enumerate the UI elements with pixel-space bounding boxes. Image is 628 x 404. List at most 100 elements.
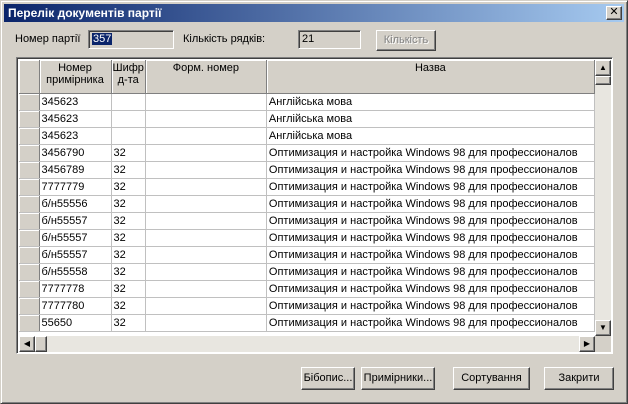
form-number-cell[interactable] <box>145 127 267 145</box>
row-indicator[interactable] <box>19 297 40 315</box>
copy-number-cell[interactable]: б/н55557 <box>39 246 112 264</box>
table-row[interactable]: 7777779 32 Оптимизация и настройка Windows… <box>19 178 608 196</box>
title-cell[interactable]: Оптимизация и настройка Windows 98 для п… <box>266 280 595 298</box>
batch-number-field[interactable]: 357 <box>88 30 174 49</box>
vertical-scrollbar[interactable]: ▲ ▼ <box>595 60 611 336</box>
row-indicator[interactable] <box>19 263 40 281</box>
copy-number-cell[interactable]: б/н55557 <box>39 212 112 230</box>
title-cell[interactable]: Оптимизация и настройка Windows 98 для п… <box>266 212 595 230</box>
row-indicator[interactable] <box>19 127 40 145</box>
copy-number-cell[interactable]: 345623 <box>39 110 112 128</box>
title-cell[interactable]: Оптимизация и настройка Windows 98 для п… <box>266 263 595 281</box>
copy-number-cell[interactable]: 3456789 <box>39 161 112 179</box>
column-header-form-number[interactable]: Форм. номер <box>145 60 267 94</box>
title-cell[interactable]: Оптимизация и настройка Windows 98 для п… <box>266 195 595 213</box>
table-row[interactable]: 7777778 32 Оптимизация и настройка Windows… <box>19 280 608 298</box>
title-cell[interactable]: Англійська мова <box>266 110 595 128</box>
row-indicator[interactable] <box>19 314 40 332</box>
sort-button[interactable]: Сортування <box>453 367 530 390</box>
doc-code-cell[interactable]: 32 <box>111 297 146 315</box>
row-indicator[interactable] <box>19 229 40 247</box>
table-row[interactable]: 7777780 32 Оптимизация и настройка Windows… <box>19 297 608 315</box>
form-number-cell[interactable] <box>145 161 267 179</box>
close-window-button[interactable]: ✕ <box>606 6 622 20</box>
table-row[interactable]: 55650 32 Оптимизация и настройка Windows 9… <box>19 314 608 332</box>
copy-number-cell[interactable]: 7777778 <box>39 280 112 298</box>
table-row[interactable]: б/н55557 32 Оптимизация и настройка Window… <box>19 246 608 264</box>
form-number-cell[interactable] <box>145 314 267 332</box>
row-indicator[interactable] <box>19 93 40 111</box>
vertical-scroll-thumb[interactable] <box>595 76 611 85</box>
row-indicator[interactable] <box>19 195 40 213</box>
form-number-cell[interactable] <box>145 280 267 298</box>
form-number-cell[interactable] <box>145 178 267 196</box>
title-cell[interactable]: Оптимизация и настройка Windows 98 для п… <box>266 229 595 247</box>
horizontal-scrollbar[interactable]: ◀ ▶ <box>19 336 595 352</box>
form-number-cell[interactable] <box>145 195 267 213</box>
doc-code-cell[interactable]: 32 <box>111 178 146 196</box>
bibdesc-button[interactable]: Бібопис... <box>301 367 355 390</box>
title-cell[interactable]: Оптимизация и настройка Windows 98 для п… <box>266 246 595 264</box>
copy-number-cell[interactable]: 7777779 <box>39 178 112 196</box>
column-header-title[interactable]: Назва <box>266 60 595 94</box>
copy-number-cell[interactable]: 345623 <box>39 127 112 145</box>
column-header-doc-code[interactable]: Шифр д-та <box>111 60 146 94</box>
table-row[interactable]: б/н55557 32 Оптимизация и настройка Window… <box>19 212 608 230</box>
doc-code-cell[interactable]: 32 <box>111 161 146 179</box>
doc-code-cell[interactable]: 32 <box>111 144 146 162</box>
table-row[interactable]: 3456789 32 Оптимизация и настройка Windows… <box>19 161 608 179</box>
title-cell[interactable]: Оптимизация и настройка Windows 98 для п… <box>266 314 595 332</box>
doc-code-cell[interactable]: 32 <box>111 314 146 332</box>
title-cell[interactable]: Англійська мова <box>266 127 595 145</box>
form-number-cell[interactable] <box>145 110 267 128</box>
form-number-cell[interactable] <box>145 246 267 264</box>
title-cell[interactable]: Англійська мова <box>266 93 595 111</box>
doc-code-cell[interactable]: 32 <box>111 280 146 298</box>
count-button[interactable]: Кількість <box>376 30 436 51</box>
copy-number-cell[interactable]: 345623 <box>39 93 112 111</box>
scroll-left-button[interactable]: ◀ <box>19 336 35 352</box>
table-row[interactable]: 345623Англійська моваН <box>19 110 608 128</box>
table-row[interactable]: 345623Англійська моваН <box>19 127 608 145</box>
row-indicator[interactable] <box>19 212 40 230</box>
close-button[interactable]: Закрити <box>544 367 614 390</box>
table-row[interactable]: б/н55558 32 Оптимизация и настройка Window… <box>19 263 608 281</box>
row-indicator[interactable] <box>19 178 40 196</box>
copy-number-cell[interactable]: б/н55557 <box>39 229 112 247</box>
doc-code-cell[interactable]: 32 <box>111 229 146 247</box>
doc-code-cell[interactable] <box>111 110 146 128</box>
row-indicator[interactable] <box>19 161 40 179</box>
doc-code-cell[interactable] <box>111 93 146 111</box>
copy-number-cell[interactable]: 3456790 <box>39 144 112 162</box>
row-indicator[interactable] <box>19 110 40 128</box>
form-number-cell[interactable] <box>145 263 267 281</box>
title-cell[interactable]: Оптимизация и настройка Windows 98 для п… <box>266 161 595 179</box>
horizontal-scroll-thumb[interactable] <box>35 336 47 352</box>
table-row[interactable]: 3456790 32 Оптимизация и настройка Windows… <box>19 144 608 162</box>
copy-number-cell[interactable]: 7777780 <box>39 297 112 315</box>
copy-number-cell[interactable]: 55650 <box>39 314 112 332</box>
doc-code-cell[interactable]: 32 <box>111 263 146 281</box>
scroll-up-button[interactable]: ▲ <box>595 60 611 76</box>
title-cell[interactable]: Оптимизация и настройка Windows 98 для п… <box>266 144 595 162</box>
title-cell[interactable]: Оптимизация и настройка Windows 98 для п… <box>266 178 595 196</box>
doc-code-cell[interactable] <box>111 127 146 145</box>
column-header-copy-number[interactable]: Номер примірника <box>39 60 112 94</box>
doc-code-cell[interactable]: 32 <box>111 212 146 230</box>
title-cell[interactable]: Оптимизация и настройка Windows 98 для п… <box>266 297 595 315</box>
scroll-right-button[interactable]: ▶ <box>579 336 595 352</box>
copy-number-cell[interactable]: б/н55558 <box>39 263 112 281</box>
table-row[interactable]: б/н55556 32 Оптимизация и настройка Window… <box>19 195 608 213</box>
copy-number-cell[interactable]: б/н55556 <box>39 195 112 213</box>
row-indicator[interactable] <box>19 280 40 298</box>
form-number-cell[interactable] <box>145 144 267 162</box>
form-number-cell[interactable] <box>145 297 267 315</box>
table-row[interactable]: б/н55557 32 Оптимизация и настройка Window… <box>19 229 608 247</box>
form-number-cell[interactable] <box>145 93 267 111</box>
doc-code-cell[interactable]: 32 <box>111 246 146 264</box>
row-indicator[interactable] <box>19 144 40 162</box>
table-row[interactable]: 345623Англійська моваН <box>19 93 608 111</box>
copies-button[interactable]: Примірники... <box>361 367 435 390</box>
form-number-cell[interactable] <box>145 229 267 247</box>
form-number-cell[interactable] <box>145 212 267 230</box>
